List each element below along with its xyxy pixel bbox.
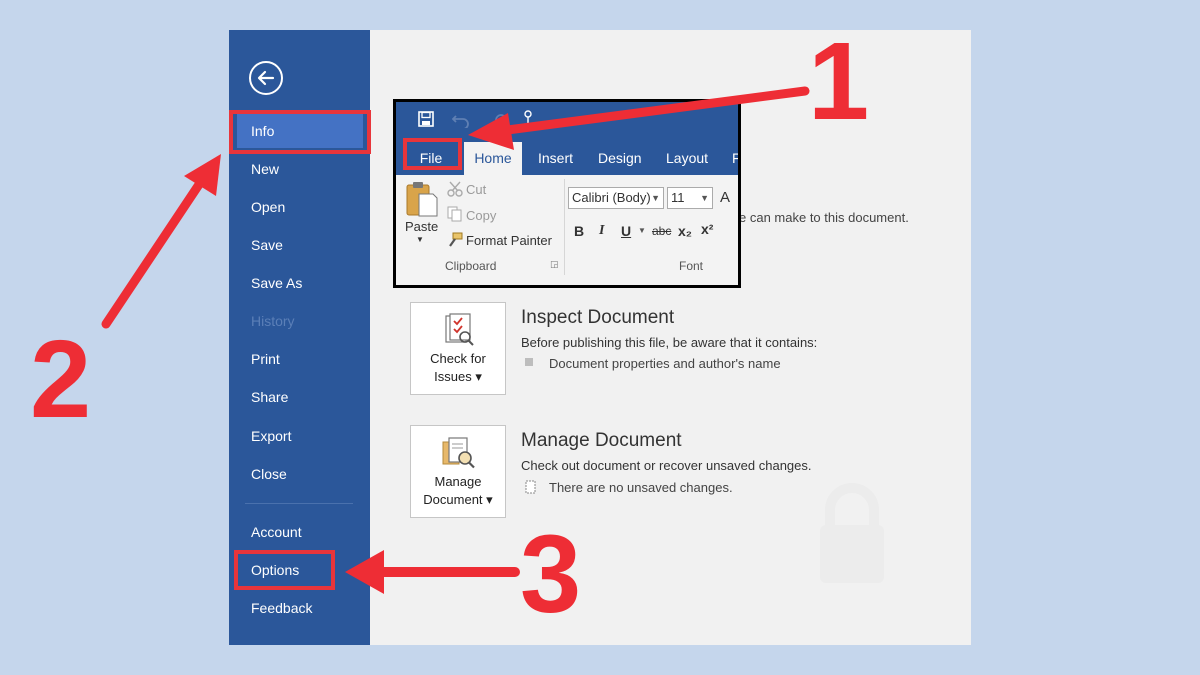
step-number-2: 2 bbox=[30, 318, 92, 441]
arrow-1-head bbox=[468, 113, 514, 150]
step-number-1: 1 bbox=[808, 20, 870, 143]
arrow-2-shaft bbox=[101, 178, 205, 329]
step-number-3: 3 bbox=[520, 513, 582, 636]
arrow-3-head bbox=[345, 550, 384, 594]
arrow-2-head bbox=[184, 154, 221, 196]
arrow-1-shaft bbox=[495, 86, 810, 136]
annotation-arrows bbox=[101, 86, 810, 594]
